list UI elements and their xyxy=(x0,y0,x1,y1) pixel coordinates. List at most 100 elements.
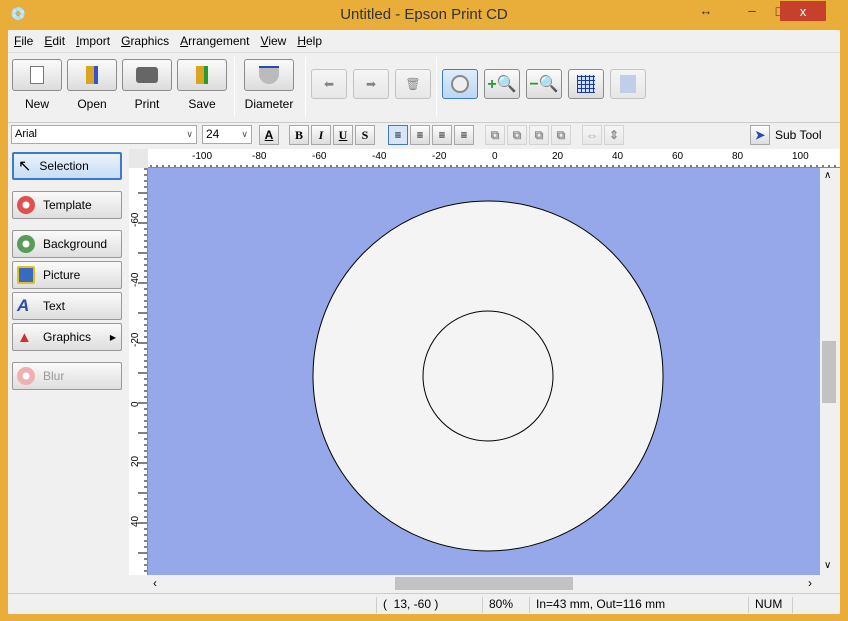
graphics-button[interactable]: ▲ Graphics ▶ xyxy=(12,323,122,351)
design-canvas[interactable] xyxy=(148,168,820,575)
title-bar: 💿 Untitled - Epson Print CD ↔ – □ x xyxy=(0,0,848,30)
ruler-label: 80 xyxy=(732,151,744,162)
send-back-button[interactable]: ⧉ xyxy=(551,125,571,145)
ruler-label: 0 xyxy=(130,401,141,407)
zoom-out-button[interactable]: −🔍 xyxy=(526,69,562,99)
delete-button[interactable]: 🗑 xyxy=(395,69,431,99)
ruler-label: -20 xyxy=(130,332,141,347)
menu-edit[interactable]: Edit xyxy=(38,32,70,50)
align-right-icon: ≡ xyxy=(438,128,446,142)
menu-import[interactable]: Import xyxy=(70,32,115,50)
send-backward-button[interactable]: ⧉ xyxy=(529,125,549,145)
ruler-label: 20 xyxy=(552,151,564,162)
blur-label: Blur xyxy=(43,369,65,383)
printer-icon xyxy=(136,67,158,83)
shadow-button[interactable]: S xyxy=(355,125,375,145)
flip-vertical-button[interactable]: ⇕ xyxy=(604,125,624,145)
menu-file[interactable]: File xyxy=(8,32,38,50)
ruler-label: 40 xyxy=(130,515,141,527)
scroll-up-icon[interactable]: ∧ xyxy=(824,170,831,181)
justify-button[interactable]: ≡ xyxy=(454,125,474,145)
vertical-scroll-thumb[interactable] xyxy=(822,341,836,403)
menu-help[interactable]: Help xyxy=(291,32,327,50)
size-select[interactable]: 24 ∨ xyxy=(202,125,252,144)
align-center-button[interactable]: ≡ xyxy=(410,125,430,145)
layer-front-icon: ⧉ xyxy=(490,128,500,142)
open-button[interactable] xyxy=(67,59,117,91)
sub-tool-button[interactable]: ➤ xyxy=(750,125,770,145)
ruler-label: -20 xyxy=(432,151,447,162)
resize-grip[interactable] xyxy=(792,597,840,613)
diameter-button[interactable] xyxy=(244,59,294,91)
print-button[interactable] xyxy=(122,59,172,91)
text-label: Text xyxy=(43,299,66,313)
scroll-left-icon[interactable]: ‹ xyxy=(153,576,157,590)
text-button[interactable]: A Text xyxy=(12,292,122,320)
layer-forward-icon: ⧉ xyxy=(512,128,522,142)
template-button[interactable]: Template xyxy=(12,191,122,219)
template-icon xyxy=(17,196,35,214)
bring-forward-button[interactable]: ⧉ xyxy=(507,125,527,145)
font-select[interactable]: Arial ∨ xyxy=(11,125,197,144)
save-button[interactable] xyxy=(177,59,227,91)
zoom-in-button[interactable]: +🔍 xyxy=(484,69,520,99)
horizontal-scroll-thumb[interactable] xyxy=(395,577,573,590)
chevron-down-icon: ∨ xyxy=(186,129,193,139)
bring-front-button[interactable]: ⧉ xyxy=(485,125,505,145)
trash-icon: 🗑 xyxy=(405,77,421,91)
vertical-scrollbar[interactable]: ∧ ∨ xyxy=(820,168,838,575)
align-right-button[interactable]: ≡ xyxy=(432,125,452,145)
grid-icon xyxy=(577,75,595,93)
picture-button[interactable]: Picture xyxy=(12,261,122,289)
italic-button[interactable]: I xyxy=(311,125,331,145)
text-color-button[interactable]: A xyxy=(259,125,279,145)
ruler-label: -60 xyxy=(312,151,327,162)
fit-disc-button[interactable] xyxy=(442,69,478,99)
justify-icon: ≡ xyxy=(460,128,468,142)
grid-button[interactable] xyxy=(568,69,604,99)
zoom-in-icon: +🔍 xyxy=(487,76,517,93)
minimize-button[interactable]: – xyxy=(742,0,762,22)
blur-button[interactable]: Blur xyxy=(12,362,122,390)
submenu-arrow-icon: ▶ xyxy=(109,332,116,342)
menu-arrangement[interactable]: Arrangement xyxy=(174,32,254,50)
align-left-icon: ≡ xyxy=(394,128,402,142)
underline-button[interactable]: U xyxy=(333,125,353,145)
picture-label: Picture xyxy=(43,268,81,282)
open-folder-icon xyxy=(86,66,98,84)
blur-icon xyxy=(17,367,35,385)
menu-view[interactable]: View xyxy=(255,32,292,50)
flip-horizontal-button[interactable]: ⇔ xyxy=(582,125,602,145)
cursor-coordinates: ( 13, -60 ) xyxy=(376,597,482,613)
new-document-icon xyxy=(30,66,44,84)
undo-button[interactable]: ⬅ xyxy=(311,69,347,99)
align-left-button[interactable]: ≡ xyxy=(388,125,408,145)
new-button[interactable] xyxy=(12,59,62,91)
selection-button[interactable]: ↖ Selection xyxy=(12,152,122,180)
diameter-label: Diameter xyxy=(244,97,294,111)
redo-button[interactable]: ➡ xyxy=(353,69,389,99)
client-area: File Edit Import Graphics Arrangement Vi… xyxy=(8,30,840,614)
graphics-label: Graphics xyxy=(43,330,92,344)
scroll-right-icon[interactable]: › xyxy=(808,576,812,590)
ruler-label: 20 xyxy=(130,455,141,467)
print-label: Print xyxy=(134,97,160,111)
close-button[interactable]: x xyxy=(780,1,826,21)
format-toolbar: Arial ∨ 24 ∨ A B I U S ≡ ≡ ≡ ≡ ⧉ ⧉ ⧉ ⧉ ⇔ ⇕… xyxy=(8,122,840,146)
background-button[interactable]: Background xyxy=(12,230,122,258)
menu-graphics[interactable]: Graphics xyxy=(115,32,174,50)
bold-button[interactable]: B xyxy=(289,125,309,145)
swap-pages-icon xyxy=(620,75,636,93)
ruler-label: 60 xyxy=(672,151,684,162)
ruler-corner xyxy=(129,149,148,168)
layer-back-icon: ⧉ xyxy=(556,128,566,142)
disc-inner-hole xyxy=(422,310,554,442)
ruler-label: -60 xyxy=(130,212,141,227)
scroll-down-icon[interactable]: ∨ xyxy=(824,560,831,571)
horizontal-ruler: -100 -80 -60 -40 -20 0 20 40 60 80 100 xyxy=(148,149,840,168)
ruler-label: 100 xyxy=(792,151,809,162)
horizontal-scrollbar[interactable]: ‹ › xyxy=(148,575,820,592)
resize-icon: ↔ xyxy=(699,3,713,18)
swap-button[interactable] xyxy=(610,69,646,99)
ruler-label: -100 xyxy=(192,151,212,162)
